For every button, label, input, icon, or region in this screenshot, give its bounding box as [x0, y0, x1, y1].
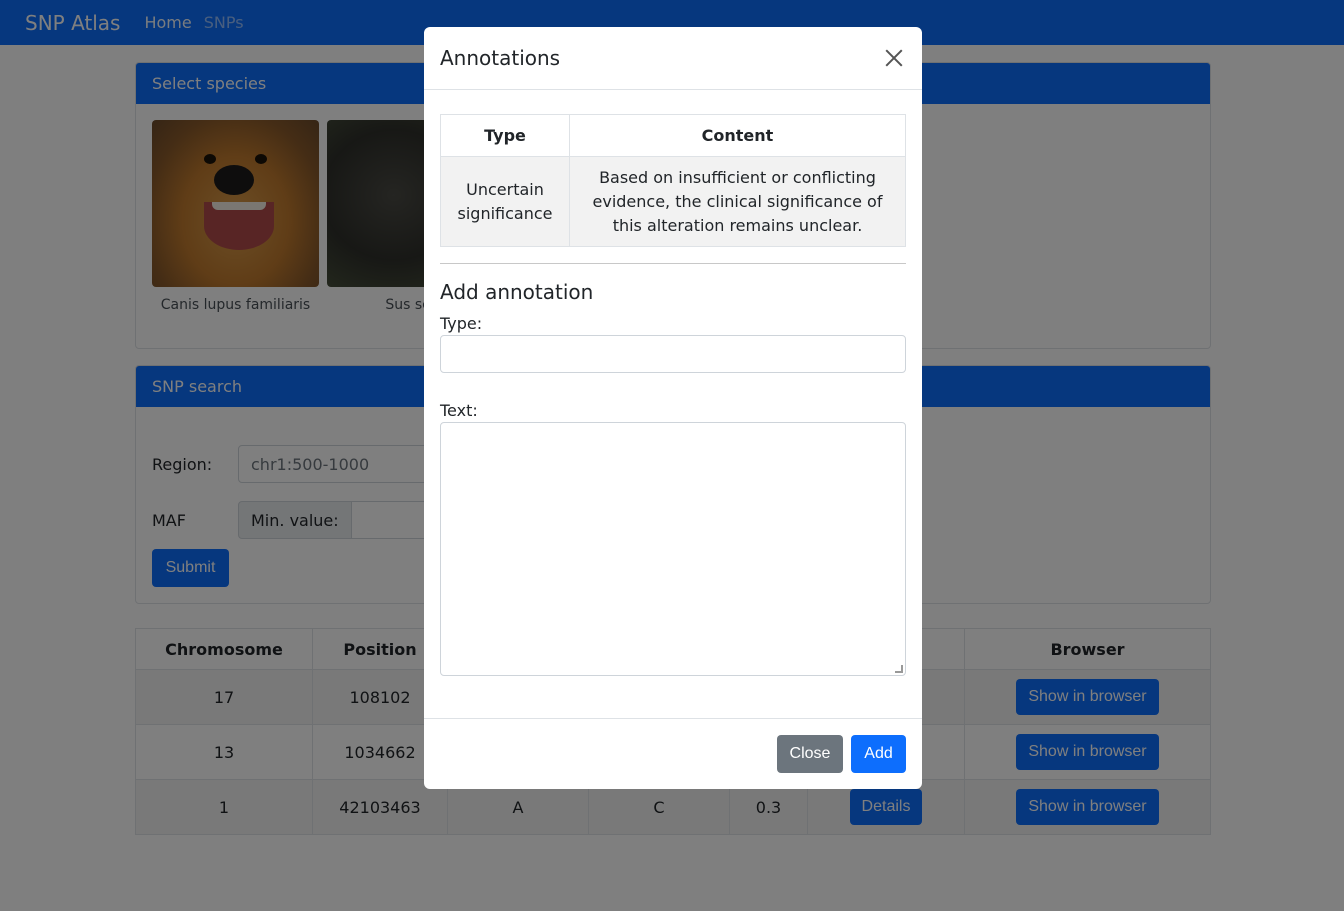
- modal-title: Annotations: [440, 46, 561, 70]
- column-header: Content: [569, 114, 906, 157]
- divider: [440, 263, 906, 264]
- column-header: Type: [440, 114, 570, 157]
- modal-body: Type Content Uncertain significance Base…: [424, 90, 922, 676]
- add-button[interactable]: Add: [851, 735, 906, 773]
- add-annotation-heading: Add annotation: [440, 280, 594, 304]
- annotations-table: Type Content Uncertain significance Base…: [440, 114, 906, 247]
- table-row: Uncertain significance Based on insuffic…: [440, 156, 906, 247]
- modal-footer: Close Add: [424, 718, 922, 789]
- annotation-text-area[interactable]: [440, 422, 906, 676]
- type-label: Type:: [440, 314, 483, 333]
- text-label: Text:: [440, 401, 478, 420]
- close-button[interactable]: Close: [777, 735, 843, 773]
- annotation-type-cell: Uncertain significance: [440, 156, 570, 247]
- annotation-type-input[interactable]: [440, 335, 906, 373]
- annotation-content-cell: Based on insufficient or conflicting evi…: [569, 156, 906, 247]
- modal-header: Annotations: [424, 27, 922, 90]
- annotations-modal: Annotations Type Content Uncertain signi…: [424, 27, 922, 789]
- close-icon[interactable]: [882, 46, 906, 70]
- resize-handle-icon[interactable]: [895, 665, 903, 673]
